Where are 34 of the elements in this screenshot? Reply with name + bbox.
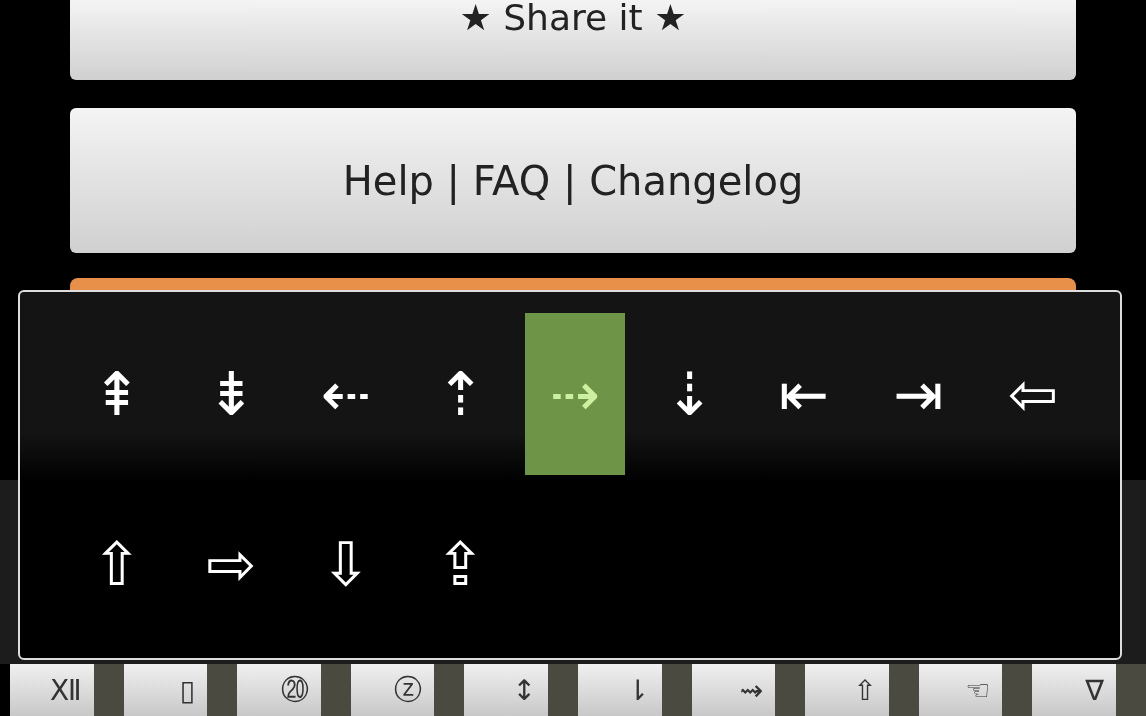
key-separator bbox=[434, 664, 465, 716]
candidate-key[interactable]: ▯ bbox=[123, 664, 208, 716]
key-separator bbox=[93, 664, 124, 716]
candidate-key[interactable]: ⇝ bbox=[691, 664, 776, 716]
symbol-key[interactable]: ⇧ bbox=[67, 483, 167, 645]
key-separator bbox=[775, 664, 806, 716]
symbol-key[interactable]: ⇥ bbox=[868, 313, 969, 475]
candidate-key[interactable]: ⇧ bbox=[805, 664, 889, 716]
symbol-key[interactable]: ⇣ bbox=[639, 313, 740, 475]
symbol-key[interactable]: ⇤ bbox=[754, 313, 854, 475]
symbol-key[interactable]: ⇩ bbox=[296, 483, 396, 645]
candidate-key[interactable]: ⓩ bbox=[350, 664, 435, 716]
key-separator bbox=[661, 664, 692, 716]
key-separator bbox=[547, 664, 578, 716]
candidate-key[interactable]: ∇ bbox=[1032, 664, 1116, 716]
key-separator bbox=[207, 664, 238, 716]
symbol-key[interactable]: ⇟ bbox=[181, 313, 282, 475]
candidate-key[interactable]: Ⅻ bbox=[10, 664, 94, 716]
candidate-key[interactable]: ↕ bbox=[464, 664, 548, 716]
key-separator bbox=[1115, 664, 1146, 716]
menu-button[interactable]: Help | FAQ | Changelog bbox=[70, 108, 1076, 253]
symbol-key[interactable]: ⇦ bbox=[983, 313, 1083, 475]
key-separator bbox=[888, 664, 919, 716]
menu-button[interactable]: ★ Share it ★ bbox=[70, 0, 1076, 80]
key-separator bbox=[320, 664, 351, 716]
symbol-key[interactable]: ⇪ bbox=[410, 483, 511, 645]
key-separator bbox=[1002, 664, 1033, 716]
symbol-key[interactable]: ⇡ bbox=[410, 313, 511, 475]
symbol-key[interactable]: ⇨ bbox=[181, 483, 282, 645]
symbol-key[interactable]: ⇞ bbox=[67, 313, 167, 475]
candidate-key[interactable]: ⇂ bbox=[577, 664, 662, 716]
candidate-key[interactable]: ☜ bbox=[918, 664, 1003, 716]
symbol-key[interactable]: ⇠ bbox=[296, 313, 396, 475]
candidate-key[interactable]: ⑳ bbox=[237, 664, 321, 716]
